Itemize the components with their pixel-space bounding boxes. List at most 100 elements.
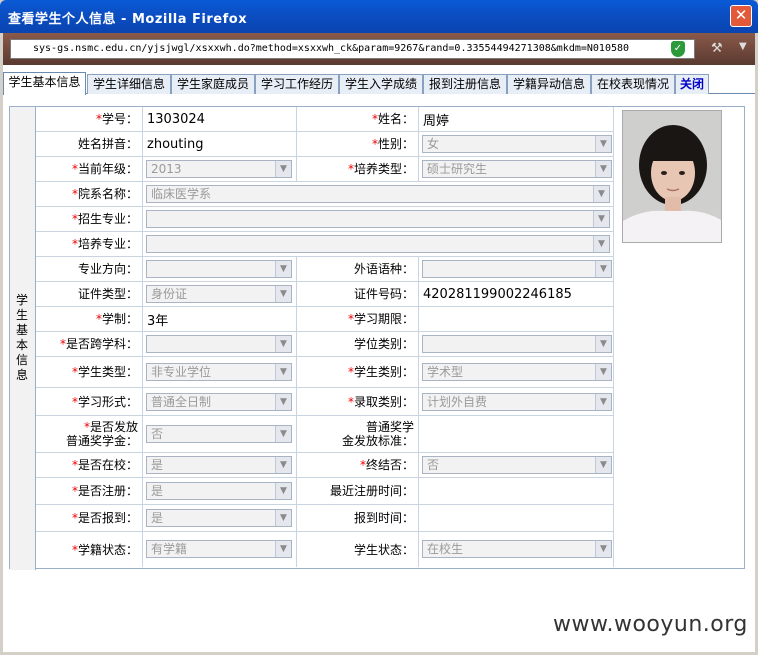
value-pinyin: zhouting [143,132,297,156]
row-fangxiang: 专业方向： ▼ 外语语种： ▼ [36,257,614,282]
row-xuehao: * 学号： 1303024 * 姓名： 周婷 [36,107,614,132]
tab-entrance-scores[interactable]: 学生入学成绩 [339,74,423,94]
row-yuanxi: * 院系名称： 临床医学系 ▼ [36,182,614,207]
training-major-select[interactable]: ▼ [146,235,610,253]
url-field[interactable]: sys-gs.nsmc.edu.cn/yjsjwgl/xsxxwh.do?met… [10,39,695,59]
tab-status-change[interactable]: 学籍异动信息 [507,74,591,94]
chevron-down-icon: ▼ [595,136,611,152]
tools-icon[interactable]: ⚒ [711,41,729,57]
reported-select[interactable]: 是 ▼ [146,509,292,527]
label-zjzcsj: 最近注册时间： [297,478,419,504]
chevron-down-icon: ▼ [275,161,291,177]
label-xuezhi: * 学制： [36,307,143,331]
chevron-down-icon: ▼ [275,286,291,302]
label-bdsj: 报到时间： [297,505,419,531]
label-xslb: * 学生类别： [297,357,419,387]
tab-detail-info[interactable]: 学生详细信息 [87,74,171,94]
value-xingming: 周婷 [419,107,614,131]
label-xxxs: * 学习形式： [36,388,143,415]
section-label: 学生基本信息 [10,107,36,570]
tab-work-history[interactable]: 学习工作经历 [255,74,339,94]
value-xjzt-cell: 有学籍 ▼ [143,532,297,567]
tab-bar: 学生基本信息 学生详细信息 学生家庭成员 学习工作经历 学生入学成绩 报到注册信… [3,70,755,95]
label-xingbie: * 性别： [297,132,419,156]
row-baodao: * 是否报到： 是 ▼ 报到时间： [36,505,614,532]
tab-family[interactable]: 学生家庭成员 [171,74,255,94]
student-type-select[interactable]: 非专业学位 ▼ [146,363,292,381]
value-waiyu-cell: ▼ [419,257,614,281]
value-yuanxi-cell: 临床医学系 ▼ [143,182,614,206]
value-jxjbz [419,416,614,452]
label-zjhm: 证件号码： [297,282,419,306]
row-nianji: * 当前年级： 2013 ▼ * 培养类型： 硕士研究生 ▼ [36,157,614,182]
in-school-select[interactable]: 是 ▼ [146,456,292,474]
language-select[interactable]: ▼ [422,260,612,278]
department-select[interactable]: 临床医学系 ▼ [146,185,610,203]
label-xszt: 学生状态： [297,532,419,567]
window-title: 查看学生个人信息 - Mozilla Firefox [8,12,248,27]
value-kuaxueke-cell: ▼ [143,332,297,356]
chevron-down-icon: ▼ [593,211,609,227]
chevron-down-icon: ▼ [275,457,291,473]
tab-close[interactable]: 关闭 [675,74,709,94]
row-xjzt: * 学籍状态： 有学籍 ▼ 学生状态： 在校生 ▼ [36,532,614,567]
row-ffjxj: *是否发放 普通奖学金： 否 ▼ 普通奖学 金发放标准： [36,416,614,453]
value-zhuce-cell: 是 ▼ [143,478,297,504]
page-content: 学生基本信息 学生详细信息 学生家庭成员 学习工作经历 学生入学成绩 报到注册信… [3,65,755,652]
study-form-select[interactable]: 普通全日制 ▼ [146,393,292,411]
section-label-text: 学生基本信息 [16,293,29,382]
value-fangxiang-cell: ▼ [143,257,297,281]
chevron-down-icon: ▼ [275,541,291,557]
tab-performance[interactable]: 在校表现情况 [591,74,675,94]
value-zjhm: 420281199002246185 [419,282,614,306]
tab-basic-info[interactable]: 学生基本信息 [3,72,86,95]
value-xuezhi: 3年 [143,307,297,331]
enroll-status-select[interactable]: 有学籍 ▼ [146,540,292,558]
terminated-select[interactable]: 否 ▼ [422,456,612,474]
direction-select[interactable]: ▼ [146,260,292,278]
label-nianji: * 当前年级： [36,157,143,181]
shield-icon[interactable]: ✓ [671,41,685,57]
label-xslx: * 学生类型： [36,357,143,387]
chevron-down-icon: ▼ [275,510,291,526]
row-kuaxueke: * 是否跨学科： ▼ 学位类别： ▼ [36,332,614,357]
admission-type-select[interactable]: 计划外自费 ▼ [422,393,612,411]
label-zhaosheng: * 招生专业： [36,207,143,231]
chevron-down-icon[interactable]: ▼ [739,41,747,52]
chevron-down-icon: ▼ [275,261,291,277]
chevron-down-icon: ▼ [275,394,291,410]
chevron-down-icon: ▼ [593,186,609,202]
label-peiyangzy: * 培养专业： [36,232,143,256]
label-xuewei: 学位类别： [297,332,419,356]
tab-registration[interactable]: 报到注册信息 [423,74,507,94]
row-xuezhi: * 学制： 3年 * 学习期限： [36,307,614,332]
watermark: www.wooyun.org [553,612,748,637]
enroll-major-select[interactable]: ▼ [146,210,610,228]
value-xslx-cell: 非专业学位 ▼ [143,357,297,387]
scholarship-select[interactable]: 否 ▼ [146,425,292,443]
row-xslx: * 学生类型： 非专业学位 ▼ * 学生类别： 学术型 ▼ [36,357,614,388]
student-status-select[interactable]: 在校生 ▼ [422,540,612,558]
chevron-down-icon: ▼ [595,457,611,473]
chevron-down-icon: ▼ [595,394,611,410]
degree-type-select[interactable]: ▼ [422,335,612,353]
label-zhuce: * 是否注册： [36,478,143,504]
row-peiyangzy: * 培养专业： ▼ [36,232,614,257]
label-fangxiang: 专业方向： [36,257,143,281]
value-nianji-cell: 2013 ▼ [143,157,297,181]
value-ffjxj-cell: 否 ▼ [143,416,297,452]
grade-select[interactable]: 2013 ▼ [146,160,292,178]
student-photo [622,110,722,243]
chevron-down-icon: ▼ [275,426,291,442]
cross-discipline-select[interactable]: ▼ [146,335,292,353]
chevron-down-icon: ▼ [595,336,611,352]
label-peiyang: * 培养类型： [297,157,419,181]
row-zhaosheng: * 招生专业： ▼ [36,207,614,232]
close-window-button[interactable]: ✕ [730,5,752,27]
label-zhongjie: * 终结否： [297,453,419,477]
gender-select[interactable]: 女 ▼ [422,135,612,153]
registered-select[interactable]: 是 ▼ [146,482,292,500]
training-type-select[interactable]: 硕士研究生 ▼ [422,160,612,178]
id-type-select[interactable]: 身份证 ▼ [146,285,292,303]
student-category-select[interactable]: 学术型 ▼ [422,363,612,381]
